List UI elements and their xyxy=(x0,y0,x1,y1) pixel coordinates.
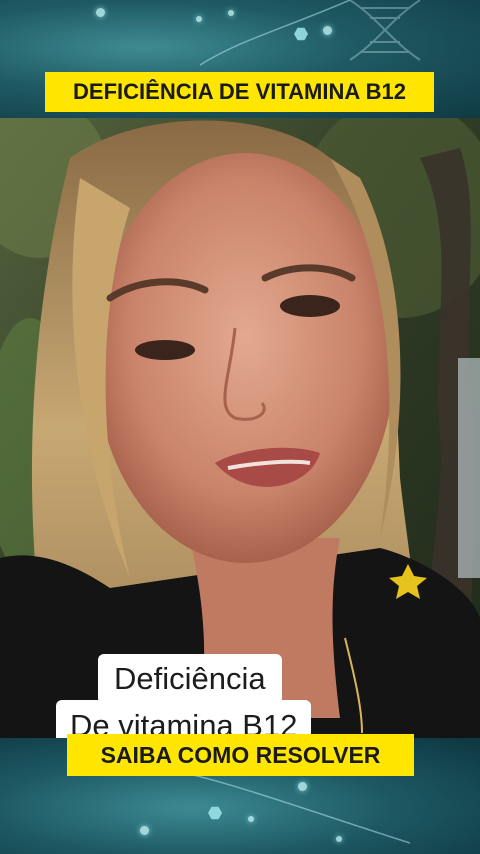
headline-banner: DEFICIÊNCIA DE VITAMINA B12 xyxy=(45,72,434,112)
video-frame: Deficiência De vitamina B12 DEFICIÊNCIA … xyxy=(0,0,480,854)
wave-line-icon xyxy=(200,0,351,66)
glow-dot xyxy=(96,8,105,17)
dna-helix-icon xyxy=(349,0,421,61)
call-to-action-banner: SAIBA COMO RESOLVER xyxy=(67,734,414,776)
speaker-video-frame: Deficiência De vitamina B12 xyxy=(0,118,480,738)
caption-line-1: Deficiência xyxy=(98,654,282,704)
glow-dot xyxy=(140,826,149,835)
caption-line-2: De vitamina B12 xyxy=(56,700,312,738)
speaker-photo xyxy=(0,118,480,738)
